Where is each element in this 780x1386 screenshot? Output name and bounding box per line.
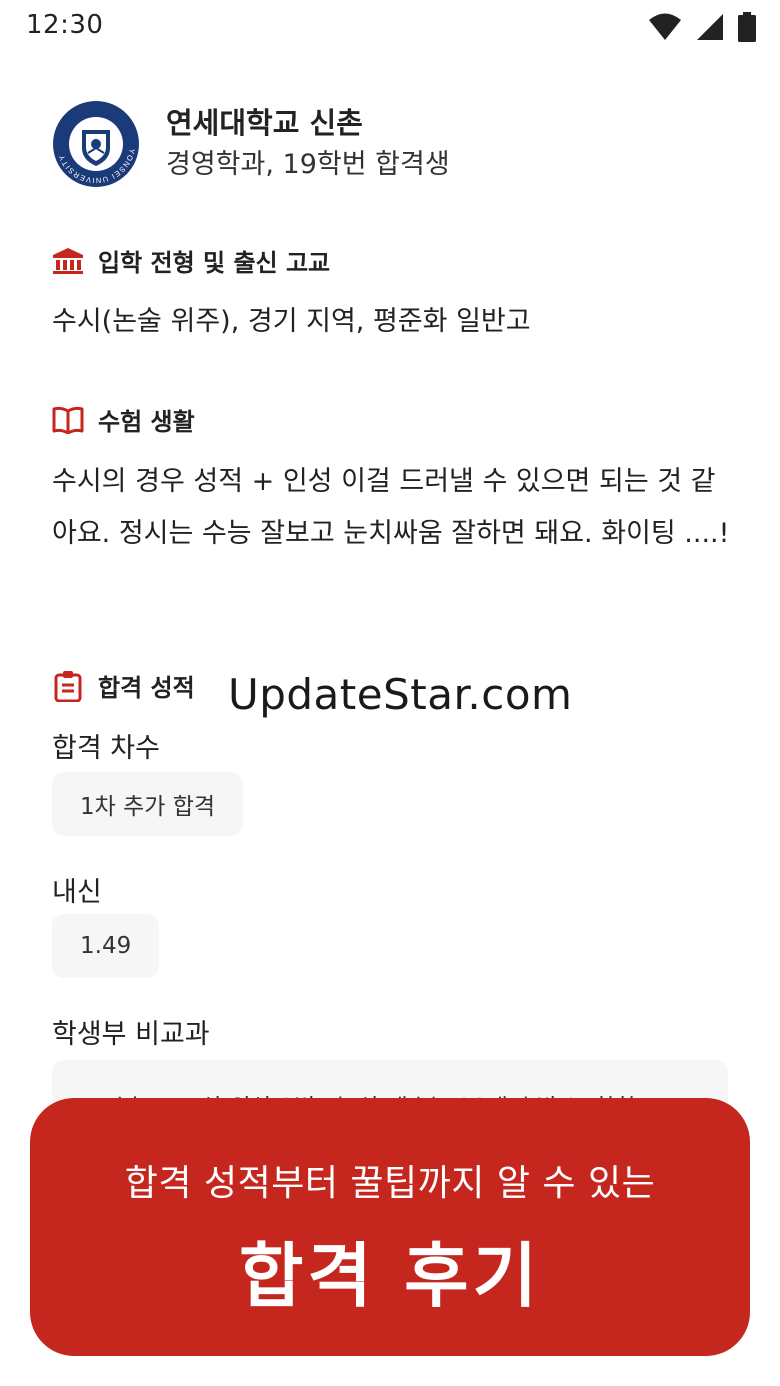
gpa-value: 1.49 xyxy=(52,914,160,978)
status-icons xyxy=(648,12,756,42)
battery-icon xyxy=(738,12,756,42)
university-logo: YONSEI UNIVERSITY xyxy=(52,100,140,188)
exam-life-text: 수시의 경우 성적 + 인성 이걸 드러낼 수 있으면 되는 것 같아요. 정시… xyxy=(52,466,730,549)
building-icon xyxy=(52,245,84,277)
student-info: 경영학과, 19학번 합격생 xyxy=(166,149,450,180)
admission-title: 입학 전형 및 출신 고교 xyxy=(98,249,331,277)
promo-banner[interactable]: 합격 성적부터 꿀팁까지 알 수 있는 합격 후기 xyxy=(30,1098,750,1356)
wifi-icon xyxy=(648,13,682,41)
admission-section-header: 입학 전형 및 출신 고교 xyxy=(52,243,330,278)
scores-title: 합격 성적 xyxy=(98,674,195,702)
extracurricular-label: 학생부 비교과 xyxy=(52,1019,210,1050)
school-header: YONSEI UNIVERSITY 연세대학교 신촌 경영학과, 19학번 합격… xyxy=(52,100,450,188)
status-time: 12:30 xyxy=(26,10,104,40)
banner-subtitle: 합격 성적부터 꿀팁까지 알 수 있는 xyxy=(124,1163,656,1204)
banner-title: 합격 후기 xyxy=(239,1235,541,1317)
exam-life-title: 수험 생활 xyxy=(98,408,195,436)
admission-round-label: 합격 차수 xyxy=(52,733,160,764)
status-bar: 12:30 xyxy=(0,0,780,54)
signal-icon xyxy=(696,13,724,41)
admission-text: 수시(논술 위주), 경기 지역, 평준화 일반고 xyxy=(52,306,531,337)
gpa-label: 내신 xyxy=(52,877,102,908)
scores-section-header: 합격 성적 xyxy=(52,668,195,703)
university-name: 연세대학교 신촌 xyxy=(166,106,363,140)
exam-life-section-header: 수험 생활 xyxy=(52,402,195,437)
app-screen: 12:30 YONSEI UNIVERSITY 연세대학교 신촌 경영학과, 1… xyxy=(0,0,780,1386)
watermark-text: UpdateStar.com xyxy=(228,670,573,719)
clipboard-icon xyxy=(52,670,84,702)
book-icon xyxy=(52,404,84,436)
admission-round-value: 1차 추가 합격 xyxy=(52,772,244,836)
